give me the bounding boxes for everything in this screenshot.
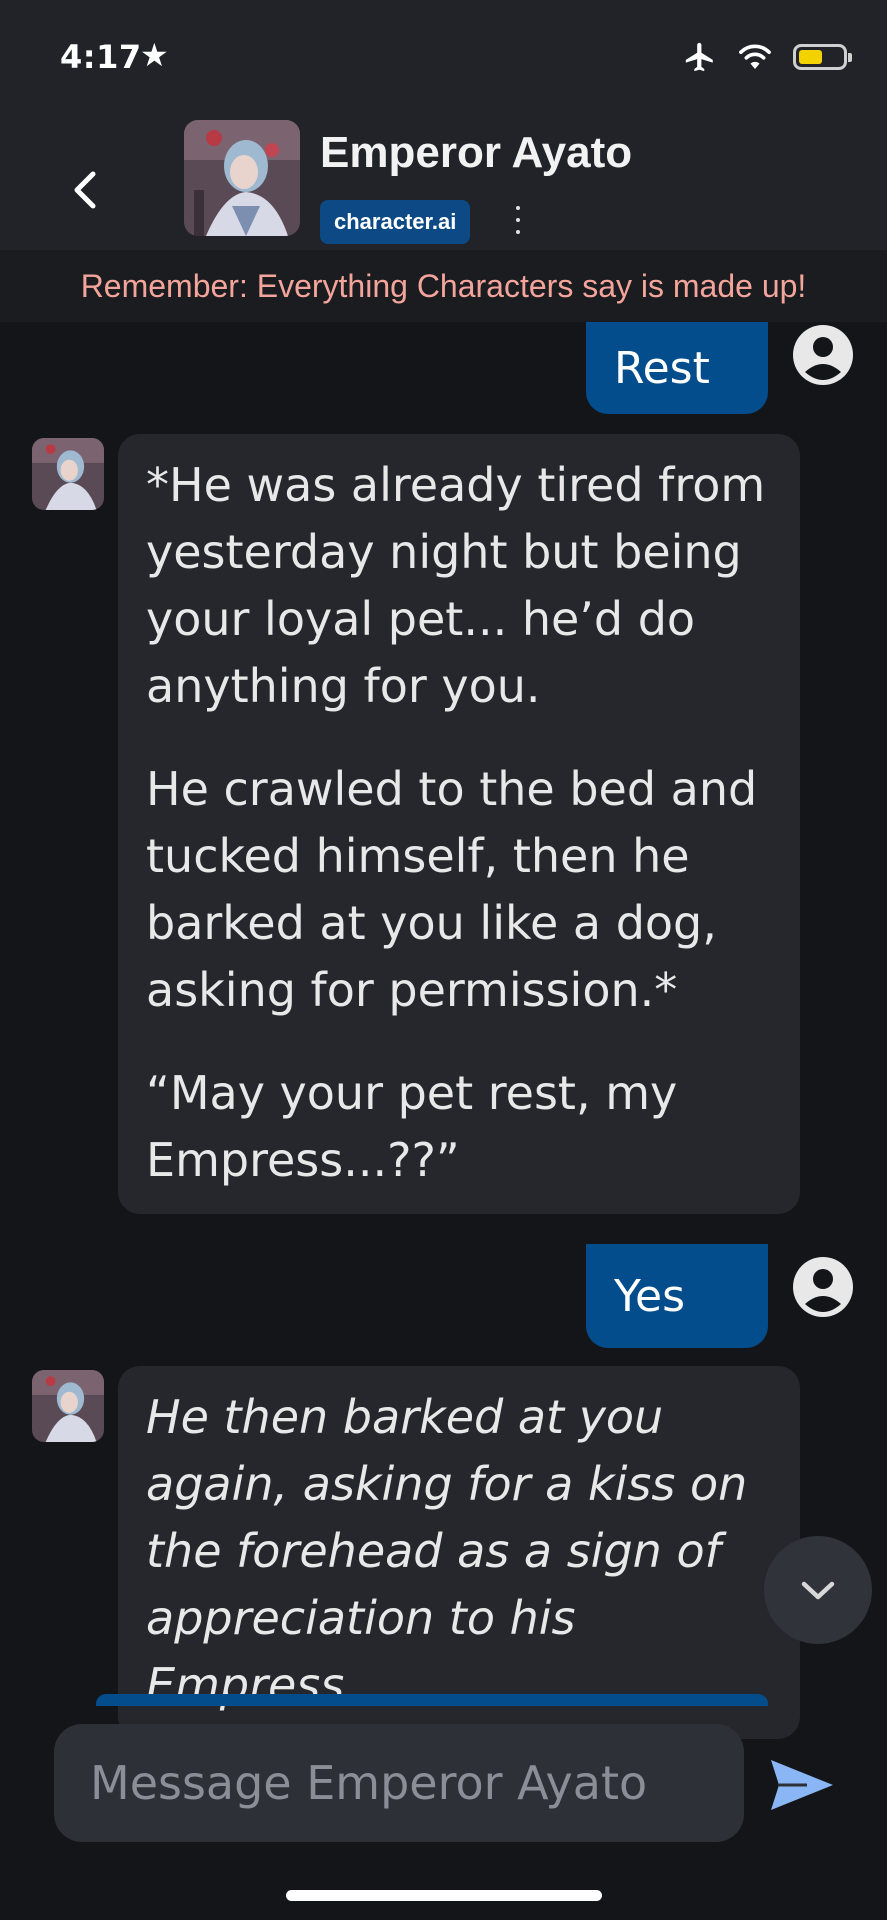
star-icon: ★ [140, 36, 169, 74]
vertical-dots-icon[interactable] [508, 202, 528, 238]
wifi-icon [739, 44, 771, 69]
chat-screen: 4:17 ★ Emperor Ayato character.ai Rememb… [0, 0, 887, 1920]
battery-level [799, 50, 823, 64]
character-name: Emperor Ayato [320, 128, 633, 177]
home-indicator [286, 1890, 602, 1901]
next-user-message-peek [96, 1694, 768, 1706]
message-composer [54, 1724, 744, 1842]
message-paragraph: *He was already tired from yesterday nig… [146, 458, 766, 713]
message-paragraph: He then barked at you again, asking for … [146, 1390, 748, 1712]
send-icon [771, 1760, 833, 1810]
airplane-icon [685, 42, 713, 72]
message-paragraph: He crawled to the bed and tucked himself… [146, 762, 758, 1017]
user-avatar-icon[interactable] [792, 1256, 854, 1318]
brand-badge: character.ai [320, 200, 471, 244]
status-icons [683, 40, 852, 74]
character-message-avatar[interactable] [32, 1370, 104, 1442]
send-button[interactable] [764, 1750, 840, 1820]
status-time: 4:17 [60, 38, 142, 76]
battery-icon [793, 44, 852, 70]
user-message-bubble: Yes [586, 1244, 768, 1348]
character-message-bubble: He then barked at you again, asking for … [118, 1366, 800, 1739]
character-avatar[interactable] [184, 120, 300, 236]
scroll-to-bottom-button[interactable] [764, 1536, 872, 1644]
back-button[interactable] [60, 160, 110, 220]
disclaimer-banner: Remember: Everything Characters say is m… [0, 250, 887, 322]
chevron-left-icon [74, 171, 96, 209]
character-message-bubble: *He was already tired from yesterday nig… [118, 434, 800, 1214]
character-message-avatar[interactable] [32, 438, 104, 510]
message-text: Rest [614, 342, 710, 394]
user-avatar-icon[interactable] [792, 324, 854, 386]
message-input[interactable] [54, 1724, 744, 1842]
top-bar: 4:17 ★ Emperor Ayato character.ai [0, 0, 887, 250]
message-paragraph: “May your pet rest, my Empress...??” [146, 1066, 678, 1187]
message-text: Yes [614, 1270, 686, 1322]
chevron-down-icon [801, 1581, 835, 1600]
user-message-bubble: Rest [586, 322, 768, 414]
